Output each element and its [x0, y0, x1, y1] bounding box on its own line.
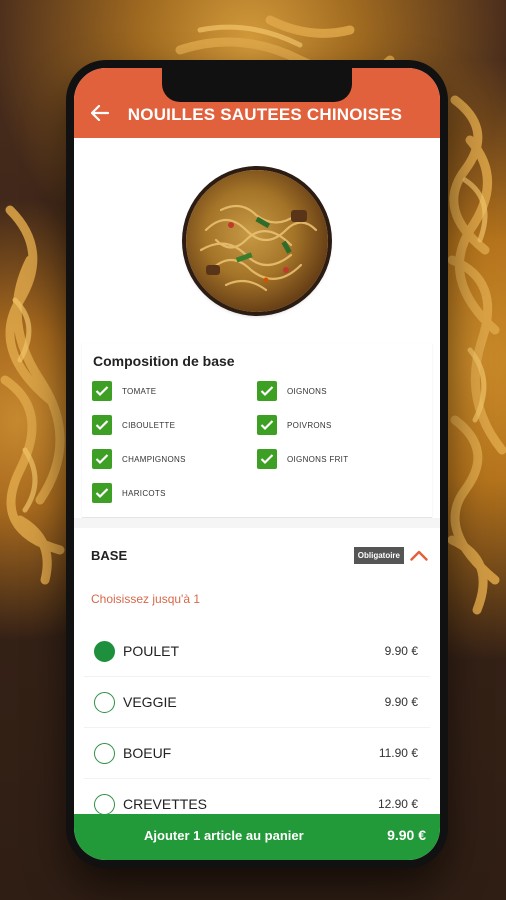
composition-item-ciboulette[interactable]: CIBOULETTE — [92, 415, 257, 435]
add-to-cart-label: Ajouter 1 article au panier — [144, 827, 304, 843]
option-label: CREVETTES — [123, 796, 208, 812]
option-price: 12.90 € — [377, 797, 418, 811]
base-section-header[interactable]: BASE Obligatoire — [74, 528, 440, 568]
composition-item-haricots[interactable]: HARICOTS — [92, 483, 257, 503]
option-label: BOEUF — [123, 745, 172, 761]
checkbox-checked-icon[interactable] — [257, 449, 277, 469]
phone-frame: NOUILLES SAUTEES CHINOISES Composition d… — [66, 60, 448, 868]
radio-unselected-icon[interactable] — [94, 691, 115, 713]
composition-item-label: CHAMPIGNONS — [122, 454, 186, 464]
checkbox-checked-icon[interactable] — [257, 381, 277, 401]
cart-total-price: 9.90 € — [387, 827, 426, 843]
checkbox-checked-icon[interactable] — [257, 415, 277, 435]
composition-list: TOMATE OIGNONS CIBOULETTE POIVRONS CHAMP… — [92, 381, 422, 503]
option-price: 9.90 € — [384, 695, 418, 709]
radio-unselected-icon[interactable] — [94, 793, 115, 815]
phone-notch — [162, 68, 352, 102]
page-title: NOUILLES SAUTEES CHINOISES — [127, 105, 403, 124]
option-label: VEGGIE — [123, 694, 177, 710]
base-section-title: BASE — [91, 547, 128, 563]
add-to-cart-button[interactable]: Ajouter 1 article au panier 9.90 € — [74, 814, 440, 860]
required-badge: Obligatoire — [353, 546, 404, 564]
option-poulet[interactable]: POULET 9.90 € — [84, 626, 430, 677]
checkbox-checked-icon[interactable] — [92, 449, 112, 469]
main-content: Composition de base TOMATE OIGNONS CIBOU… — [74, 138, 440, 830]
radio-unselected-icon[interactable] — [94, 742, 115, 764]
base-section-subtitle: Choisissez jusqu'à 1 — [91, 592, 201, 606]
composition-item-label: OIGNONS — [287, 386, 327, 396]
composition-item-label: OIGNONS FRIT — [287, 454, 349, 464]
checkbox-checked-icon[interactable] — [92, 483, 112, 503]
chevron-up-icon[interactable] — [410, 548, 428, 562]
dish-image — [186, 169, 328, 312]
composition-item-label: TOMATE — [122, 386, 157, 396]
option-price: 9.90 € — [384, 644, 418, 658]
option-veggie[interactable]: VEGGIE 9.90 € — [84, 677, 430, 728]
dish-image-area — [74, 138, 440, 343]
base-options-list: POULET 9.90 € VEGGIE 9.90 € BOEUF 11.90 … — [74, 620, 440, 830]
composition-item-oignons[interactable]: OIGNONS — [257, 381, 422, 401]
composition-item-champignons[interactable]: CHAMPIGNONS — [92, 449, 257, 469]
composition-item-tomate[interactable]: TOMATE — [92, 381, 257, 401]
option-boeuf[interactable]: BOEUF 11.90 € — [84, 728, 430, 779]
base-section: BASE Obligatoire Choisissez jusqu'à 1 PO… — [74, 528, 440, 830]
composition-item-label: HARICOTS — [122, 488, 166, 498]
option-price: 11.90 € — [378, 746, 418, 760]
section-divider — [74, 518, 440, 528]
radio-selected-icon[interactable] — [94, 640, 115, 662]
option-label: POULET — [123, 643, 180, 659]
composition-item-label: POIVRONS — [287, 420, 332, 430]
checkbox-checked-icon[interactable] — [92, 415, 112, 435]
composition-item-oignons-frit[interactable]: OIGNONS FRIT — [257, 449, 422, 469]
composition-item-label: CIBOULETTE — [122, 420, 176, 430]
app-screen: NOUILLES SAUTEES CHINOISES Composition d… — [74, 68, 440, 860]
composition-card: Composition de base TOMATE OIGNONS CIBOU… — [82, 343, 432, 518]
composition-item-poivrons[interactable]: POIVRONS — [257, 415, 422, 435]
checkbox-checked-icon[interactable] — [92, 381, 112, 401]
composition-title: Composition de base — [93, 353, 235, 369]
arrow-left-icon[interactable] — [88, 101, 112, 125]
